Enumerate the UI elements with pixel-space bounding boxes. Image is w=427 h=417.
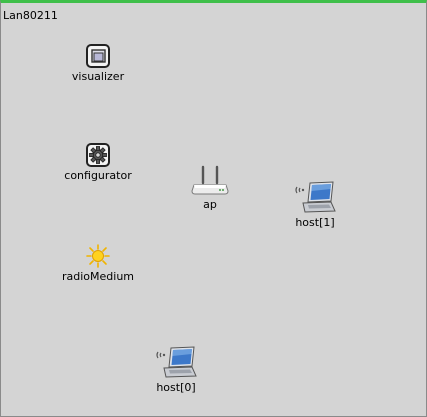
host1-label: host[1] — [295, 216, 335, 229]
network-canvas[interactable]: Lan80211 visualizer configurator radioMe… — [0, 0, 427, 417]
radio-medium-label: radioMedium — [61, 270, 134, 283]
sun-icon — [86, 244, 110, 268]
radio-medium-node[interactable]: radioMedium — [56, 243, 140, 283]
configurator-node[interactable]: configurator — [58, 142, 138, 182]
ap-node[interactable]: ap — [190, 163, 230, 211]
laptop-icon — [156, 346, 197, 378]
visualizer-node[interactable]: visualizer — [67, 43, 129, 83]
configurator-label: configurator — [64, 169, 132, 182]
network-title: Lan80211 — [3, 9, 58, 22]
host1-node[interactable]: host[1] — [287, 179, 343, 229]
host0-node[interactable]: host[0] — [148, 344, 204, 394]
visualizer-label: visualizer — [71, 70, 125, 83]
laptop-icon — [295, 181, 336, 213]
ap-label: ap — [203, 198, 217, 211]
visualizer-icon — [86, 44, 110, 68]
host0-label: host[0] — [156, 381, 196, 394]
router-icon — [191, 165, 229, 195]
gear-icon — [86, 143, 110, 167]
